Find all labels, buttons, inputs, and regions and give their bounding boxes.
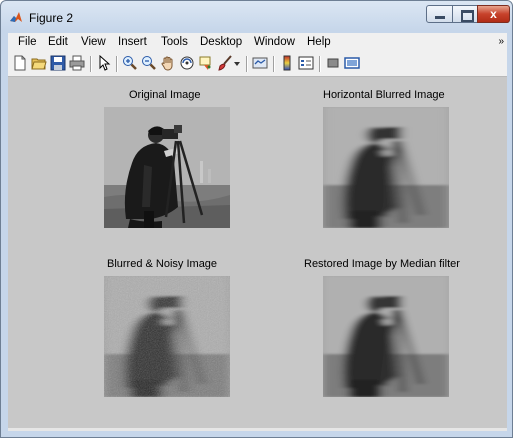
blurred-image[interactable] [323, 107, 449, 228]
restored-image[interactable] [323, 276, 449, 397]
toolbar-separator [116, 56, 118, 72]
toolbar-separator [319, 56, 321, 72]
menu-edit[interactable]: Edit [48, 36, 68, 48]
maximize-button[interactable] [452, 5, 478, 23]
matlab-icon [10, 12, 22, 22]
subplot-title-original: Original Image [129, 89, 201, 101]
toolbar-separator [90, 56, 92, 72]
menu-file[interactable]: File [18, 36, 37, 48]
menu-bar: File Edit View Insert Tools Desktop Wind… [8, 33, 507, 52]
pan-icon[interactable] [160, 55, 176, 71]
link-plot-icon[interactable] [252, 55, 268, 71]
minimize-icon [435, 16, 445, 19]
menu-insert[interactable]: Insert [118, 36, 147, 48]
menu-overflow-icon[interactable]: » [498, 36, 504, 47]
hide-plot-tools-icon[interactable] [325, 55, 341, 71]
original-image-graphic [104, 107, 230, 228]
zoom-out-icon[interactable] [141, 55, 157, 71]
brush-icon[interactable] [217, 55, 233, 71]
minimize-button[interactable] [426, 5, 453, 23]
menu-tools[interactable]: Tools [161, 36, 188, 48]
show-plot-tools-icon[interactable] [344, 55, 360, 71]
title-bar[interactable]: Figure 2 x [1, 1, 512, 31]
menu-window[interactable]: Window [254, 36, 295, 48]
original-image[interactable] [104, 107, 230, 228]
edit-plot-icon[interactable] [96, 55, 112, 71]
figure-toolbar [8, 52, 507, 77]
menu-help[interactable]: Help [307, 36, 331, 48]
new-figure-icon[interactable] [12, 55, 28, 71]
insert-colorbar-icon[interactable] [279, 55, 295, 71]
brush-dropdown-icon[interactable] [233, 55, 241, 71]
print-figure-icon[interactable] [69, 55, 85, 71]
noisy-image[interactable] [104, 276, 230, 397]
menu-desktop[interactable]: Desktop [200, 36, 242, 48]
subplot-title-blurred: Horizontal Blurred Image [323, 89, 445, 101]
zoom-in-icon[interactable] [122, 55, 138, 71]
toolbar-separator [246, 56, 248, 72]
window-title: Figure 2 [29, 11, 74, 25]
figure-client-area: File Edit View Insert Tools Desktop Wind… [8, 33, 507, 431]
rotate-3d-icon[interactable] [179, 55, 195, 71]
save-figure-icon[interactable] [50, 55, 66, 71]
maximize-icon [461, 10, 474, 22]
figure-window: Figure 2 x File Edit View Insert Tools D… [0, 0, 513, 438]
toolbar-separator [273, 56, 275, 72]
close-icon: x [490, 7, 497, 21]
open-file-icon[interactable] [31, 55, 47, 71]
menu-view[interactable]: View [81, 36, 106, 48]
restored-image-graphic [323, 276, 449, 397]
subplot-title-noisy: Blurred & Noisy Image [107, 258, 218, 270]
data-cursor-icon[interactable] [198, 55, 214, 71]
insert-legend-icon[interactable] [298, 55, 314, 71]
window-bottom-edge [8, 428, 507, 431]
noisy-image-graphic [104, 276, 230, 397]
subplot-title-restored: Restored Image by Median filter [304, 258, 460, 270]
blurred-image-graphic [323, 107, 449, 228]
close-button[interactable]: x [477, 5, 510, 23]
